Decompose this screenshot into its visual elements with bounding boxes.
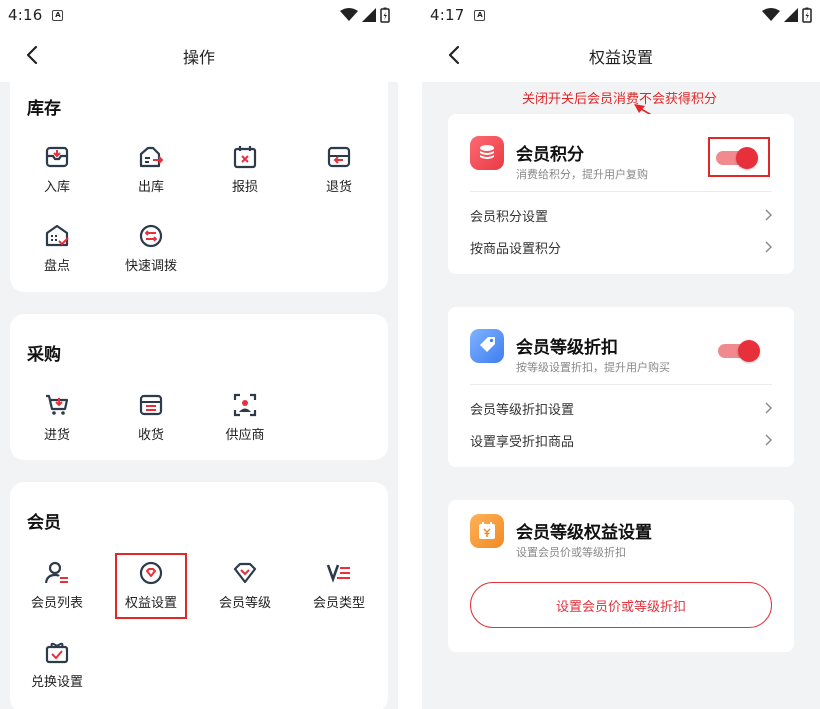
card-subtitle: 消费给积分，提升用户复购 [516,168,648,181]
tile-member-level[interactable]: 会员等级 [200,560,290,620]
member-list-icon [44,561,68,584]
tile-member-type[interactable]: 会员类型 [294,560,384,620]
notification-badge-icon: A [474,9,486,21]
status-time: 4:16 [8,6,43,24]
section-heading: 采购 [27,345,61,365]
row-label: 按商品设置积分 [470,241,562,257]
battery-icon [380,7,390,23]
level-discount-card: 会员等级折扣 按等级设置折扣，提升用户购买 会员等级折扣设置 设置享受折扣商品 [448,307,794,467]
right-phone-screen: 4:17 A 权益设置 关闭开关后会员消费不会获得积分 会员积分 消费给积分，提… [422,0,820,709]
tile-label: 退货 [325,180,352,195]
inventory-check-icon [45,224,69,247]
section-heading: 会员 [27,513,61,533]
member-section-card: 会员 会员列表 权益设置 会员等级 会员类型 兑换设置 [10,482,388,709]
tile-label: 会员等级 [218,596,271,611]
status-icons [762,7,812,23]
tile-receive[interactable]: 收货 [106,392,196,452]
tile-label: 兑换设置 [30,675,83,690]
tile-stocktake[interactable]: 盘点 [12,223,102,283]
tile-label: 入库 [43,180,70,195]
status-icons [340,7,390,23]
left-phone-screen: 4:16 A 操作 库存 入库 出库 报损 退货 盘点 快速调拨 采购 进货 收… [0,0,398,709]
tile-stock-in[interactable]: 入库 [12,144,102,204]
row-points-settings[interactable]: 会员积分设置 [470,202,772,228]
chevron-right-icon [765,402,772,414]
chevron-right-icon [765,434,772,446]
card-title: 会员等级折扣 [516,338,618,358]
tile-label: 出库 [137,180,164,195]
transfer-icon [139,224,163,248]
row-points-by-product[interactable]: 按商品设置积分 [470,234,772,260]
notification-badge-icon: A [52,9,64,21]
nav-bar: 权益设置 [422,30,820,82]
tile-return[interactable]: 退货 [294,144,384,204]
level-benefit-card: 会员等级权益设置 设置会员价或等级折扣 设置会员价或等级折扣 [448,500,794,652]
tile-label: 会员类型 [312,596,365,611]
tile-label: 报损 [231,180,258,195]
status-bar: 4:17 A [422,0,820,30]
row-level-discount-settings[interactable]: 会员等级折扣设置 [470,395,772,421]
back-arrow-icon[interactable] [22,44,44,66]
tile-stock-out[interactable]: 出库 [106,144,196,204]
tile-damage[interactable]: 报损 [200,144,290,204]
signal-icon [362,8,376,22]
inventory-section-card: 库存 入库 出库 报损 退货 盘点 快速调拨 [10,82,388,292]
signal-icon [784,8,798,22]
toggle-knob [738,340,760,362]
return-icon [327,146,351,168]
yuan-calendar-icon [470,514,504,548]
tile-redeem-settings[interactable]: 兑换设置 [12,639,102,699]
supplier-icon [233,393,257,417]
card-title: 会员等级权益设置 [516,523,652,543]
wifi-icon [340,8,358,21]
level-discount-toggle[interactable] [718,340,760,362]
tile-label: 快速调拨 [124,259,177,274]
highlight-box [115,553,187,619]
row-label: 会员积分设置 [470,209,549,225]
member-type-icon [326,564,350,583]
row-discount-products[interactable]: 设置享受折扣商品 [470,427,772,453]
card-subtitle: 按等级设置折扣，提升用户购买 [516,361,670,374]
tile-label: 盘点 [43,259,70,274]
section-heading: 库存 [27,99,61,119]
tile-supplier[interactable]: 供应商 [200,392,290,452]
receive-icon [139,394,163,416]
battery-icon [802,7,812,23]
tile-quick-transfer[interactable]: 快速调拨 [106,223,196,283]
diamond-icon [233,562,257,584]
tile-member-list[interactable]: 会员列表 [12,560,102,620]
page-title: 操作 [182,48,215,67]
card-subtitle: 设置会员价或等级折扣 [516,546,626,559]
chevron-right-icon [765,209,772,221]
page-title: 权益设置 [588,48,653,67]
purchase-section-card: 采购 进货 收货 供应商 [10,314,388,460]
divider [470,384,772,385]
divider [470,191,772,192]
coins-icon [470,136,504,170]
wifi-icon [762,8,780,21]
nav-bar: 操作 [0,30,398,82]
tile-label: 会员列表 [30,596,83,611]
inbox-out-icon [139,146,164,168]
gift-check-icon [45,642,69,664]
tile-purchase-in[interactable]: 进货 [12,392,102,452]
inbox-in-icon [45,146,69,168]
status-bar: 4:16 A [0,0,398,30]
row-label: 设置享受折扣商品 [470,434,575,450]
cart-in-icon [46,394,69,415]
tile-label: 进货 [43,428,70,443]
set-member-price-button[interactable]: 设置会员价或等级折扣 [470,582,772,628]
toggle-highlight-box [708,137,770,177]
card-title: 会员积分 [516,145,584,165]
chevron-right-icon [765,241,772,253]
tile-label: 供应商 [225,428,265,443]
screen: 4:16 A 操作 库存 入库 出库 报损 退货 盘点 快速调拨 采购 进货 收… [0,0,820,709]
back-arrow-icon[interactable] [444,44,466,66]
calendar-x-icon [233,146,257,169]
tag-icon [470,329,504,363]
row-label: 会员等级折扣设置 [470,402,575,418]
tile-label: 收货 [137,428,164,443]
status-time: 4:17 [430,6,465,24]
